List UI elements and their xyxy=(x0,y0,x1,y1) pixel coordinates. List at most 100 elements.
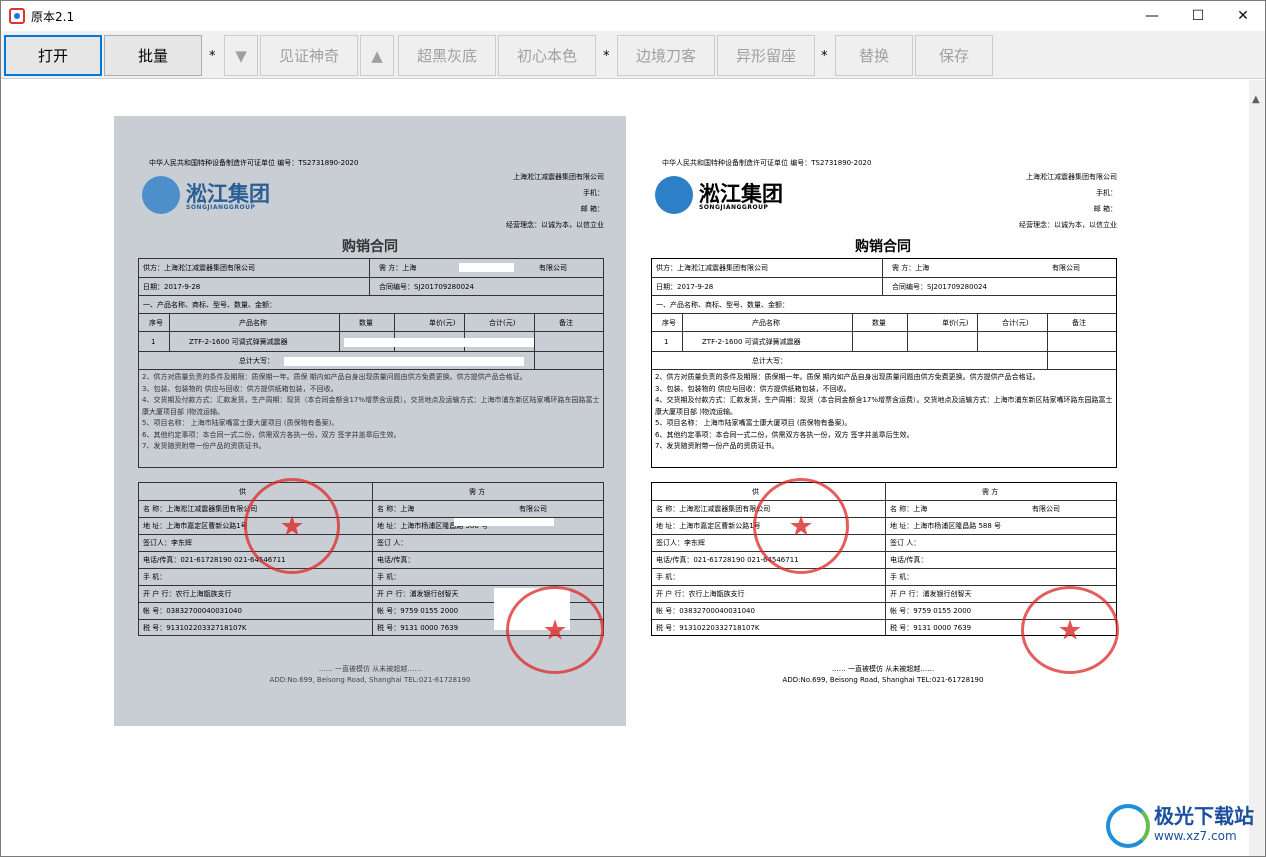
clauses: 2、供方对质量负责的条件及期限：质保期一年。质保 期内如产品自身出现质量问题由供… xyxy=(655,372,1115,453)
separator-star: * xyxy=(209,49,216,64)
superblack-gray-button[interactable]: 超黑灰底 xyxy=(398,35,496,76)
logo-sub: SONGJIANGGROUP xyxy=(699,204,769,211)
buyer-account: 帐 号：9759 0155 2000 xyxy=(377,607,459,615)
section-one: 一、产品名称、商标、型号、数量、金额： xyxy=(656,300,789,309)
buyer-bank: 开 户 行：浦发银行创智天 xyxy=(890,590,972,598)
buyer-name: 名 称：上海 xyxy=(377,505,415,513)
watermark-url: www.xz7.com xyxy=(1154,829,1237,843)
phone-label: 手机： xyxy=(583,189,604,197)
buyer-tax: 税 号：9131 0000 7639 xyxy=(377,624,459,632)
batch-button[interactable]: 批量 xyxy=(104,35,202,76)
contract-no: 合同编号：SJ201709280024 xyxy=(892,282,987,291)
col-total: 合计(元) xyxy=(489,318,516,327)
border-blade-button[interactable]: 边境刀客 xyxy=(617,35,715,76)
clause-5: 5、项目名称： 上海市陆家嘴富士康大厦项目 (质保物有备案)。 xyxy=(142,419,339,427)
supply-header: 供 xyxy=(239,487,246,496)
item-no: 1 xyxy=(151,337,156,346)
col-qty: 数量 xyxy=(359,318,373,327)
col-note: 备注 xyxy=(559,318,573,327)
down-arrow-button[interactable]: ▼ xyxy=(224,35,258,76)
buyer-name: 名 称：上海 xyxy=(890,505,928,513)
contract-title: 购销合同 xyxy=(855,239,911,255)
footer-slogan: …… 一直被模仿 从未被超越…… xyxy=(831,665,935,673)
open-button[interactable]: 打开 xyxy=(4,35,102,76)
supplier-row: 供方：上海淞江减震器集团有限公司 xyxy=(143,264,255,272)
buyer-tel: 电话/传真： xyxy=(377,556,415,564)
buyer-signer: 签订 人： xyxy=(890,539,921,547)
motto: 经营理念：以诚为本，以信立业 xyxy=(1019,221,1117,229)
item-name: ZTF-2-1600 可调式弹簧减震器 xyxy=(702,337,801,346)
supplier-bank: 开 户 行：农行上海甑族支行 xyxy=(656,590,745,598)
original-document-image: 中华人民共和国特种设备制造许可证单位 编号：TS2731890-2020 上海淞… xyxy=(114,116,626,726)
close-button[interactable]: ✕ xyxy=(1220,1,1266,31)
save-button[interactable]: 保存 xyxy=(915,35,993,76)
site-watermark: 极光下载站 www.xz7.com xyxy=(1106,804,1254,848)
supplier-signer: 签订人：李东辉 xyxy=(143,539,192,547)
footer-address: ADD:No.699, Beisong Road, Shanghai TEL:0… xyxy=(782,676,984,684)
buyer-tel: 电话/传真： xyxy=(890,556,928,564)
supplier-tax: 税 号：91310220332718107K xyxy=(143,624,247,632)
clause-7: 7、发货随资附带一份产品的资质证书。 xyxy=(142,442,266,450)
original-color-button[interactable]: 初心本色 xyxy=(498,35,596,76)
buyer-seal-stamp xyxy=(506,586,604,674)
col-note: 备注 xyxy=(1072,318,1086,327)
date-row: 日期：2017-9-28 xyxy=(656,282,714,291)
maximize-button[interactable]: ☐ xyxy=(1175,1,1221,31)
contract-no: 合同编号：SJ201709280024 xyxy=(379,282,474,291)
section-one: 一、产品名称、商标、型号、数量、金额： xyxy=(143,300,276,309)
footer-slogan: …… 一直被模仿 从未被超越…… xyxy=(318,665,422,673)
replace-button[interactable]: 替换 xyxy=(835,35,913,76)
clause-6: 6、其他约定事项：本合同一式二份，供需双方各执一份，双方 签字并盖章后生效。 xyxy=(142,430,401,439)
witness-magic-button[interactable]: 见证神奇 xyxy=(260,35,358,76)
supplier-address: 地 址：上海市嘉定区曹新公路1号 xyxy=(656,522,761,530)
vertical-scrollbar[interactable]: ▲ xyxy=(1249,80,1265,856)
company-logo-icon xyxy=(655,176,693,214)
col-total: 合计(元) xyxy=(1002,318,1029,327)
supplier-mobile: 手 机： xyxy=(656,573,680,581)
processed-document-image: 中华人民共和国特种设备制造许可证单位 编号：TS2731890-2020 上海淞… xyxy=(627,116,1139,726)
clause-4: 4、交货期及付款方式：汇款发货，生产周期：现货（本合同金额含17%增票含运费）。… xyxy=(142,396,600,416)
buyer-mobile: 手 机： xyxy=(890,573,914,581)
clause-7: 7、发货随资附带一份产品的资质证书。 xyxy=(655,442,779,450)
footer-address: ADD:No.699, Beisong Road, Shanghai TEL:0… xyxy=(269,676,471,684)
clauses: 2、供方对质量负责的条件及期限：质保期一年。质保 期内如产品自身出现质量问题由供… xyxy=(142,372,602,453)
buyer-row: 需 方：上海 xyxy=(892,264,930,272)
phone-label: 手机： xyxy=(1096,189,1117,197)
buyer-account: 帐 号：9759 0155 2000 xyxy=(890,607,972,615)
clause-3: 3、包装、包装物的 供应与回收：供方提供纸箱包装，不回收。 xyxy=(655,384,851,393)
demand-header: 需 方 xyxy=(469,487,486,496)
col-price: 单价(元) xyxy=(429,318,456,327)
title-bar: 原本2.1 — ☐ ✕ xyxy=(1,1,1265,31)
company-logo-icon xyxy=(142,176,180,214)
separator-star: * xyxy=(603,49,610,64)
app-window: 原本2.1 — ☐ ✕ 打开 批量 * ▼ 见证神奇 ▲ 超黑灰底 初心本色 *… xyxy=(0,0,1266,857)
buyer-address: 地 址：上海市杨浦区隆昌路 588 号 xyxy=(890,522,1002,530)
supplier-account: 帐 号：03832700040031040 xyxy=(143,607,242,615)
total-caps: 总计大写： xyxy=(752,356,787,365)
supplier-bank: 开 户 行：农行上海甑族支行 xyxy=(143,590,232,598)
clause-2: 2、供方对质量负责的条件及期限：质保期一年。质保 期内如产品自身出现质量问题由供… xyxy=(142,373,527,381)
motto: 经营理念：以诚为本，以信立业 xyxy=(506,221,604,229)
contract-title: 购销合同 xyxy=(342,239,398,255)
toolbar: 打开 批量 * ▼ 见证神奇 ▲ 超黑灰底 初心本色 * 边境刀客 异形留座 *… xyxy=(1,31,1265,79)
license-line: 中华人民共和国特种设备制造许可证单位 编号：TS2731890-2020 xyxy=(662,159,872,167)
supplier-mobile: 手 机： xyxy=(143,573,167,581)
up-arrow-button[interactable]: ▲ xyxy=(360,35,394,76)
item-no: 1 xyxy=(664,337,669,346)
supplier-name: 名 称：上海淞江减震器集团有限公司 xyxy=(143,505,258,513)
supplier-row: 供方：上海淞江减震器集团有限公司 xyxy=(656,264,768,272)
company-right: 上海淞江减震器集团有限公司 xyxy=(1026,173,1117,181)
watermark-logo-icon xyxy=(1106,804,1150,848)
email-label: 邮 箱： xyxy=(580,205,604,213)
buyer-signer: 签订 人： xyxy=(377,539,408,547)
separator-star: * xyxy=(821,49,828,64)
buyer-name-suffix: 有限公司 xyxy=(519,505,547,513)
scroll-up-icon[interactable]: ▲ xyxy=(1252,94,1260,105)
minimize-button[interactable]: — xyxy=(1129,1,1175,31)
supplier-tax: 税 号：91310220332718107K xyxy=(656,624,760,632)
supplier-signer: 签订人：李东辉 xyxy=(656,539,705,547)
shaped-seat-button[interactable]: 异形留座 xyxy=(717,35,815,76)
company-seal-stamp xyxy=(753,478,849,574)
clause-3: 3、包装、包装物的 供应与回收：供方提供纸箱包装，不回收。 xyxy=(142,384,338,393)
window-title: 原本2.1 xyxy=(31,10,75,24)
